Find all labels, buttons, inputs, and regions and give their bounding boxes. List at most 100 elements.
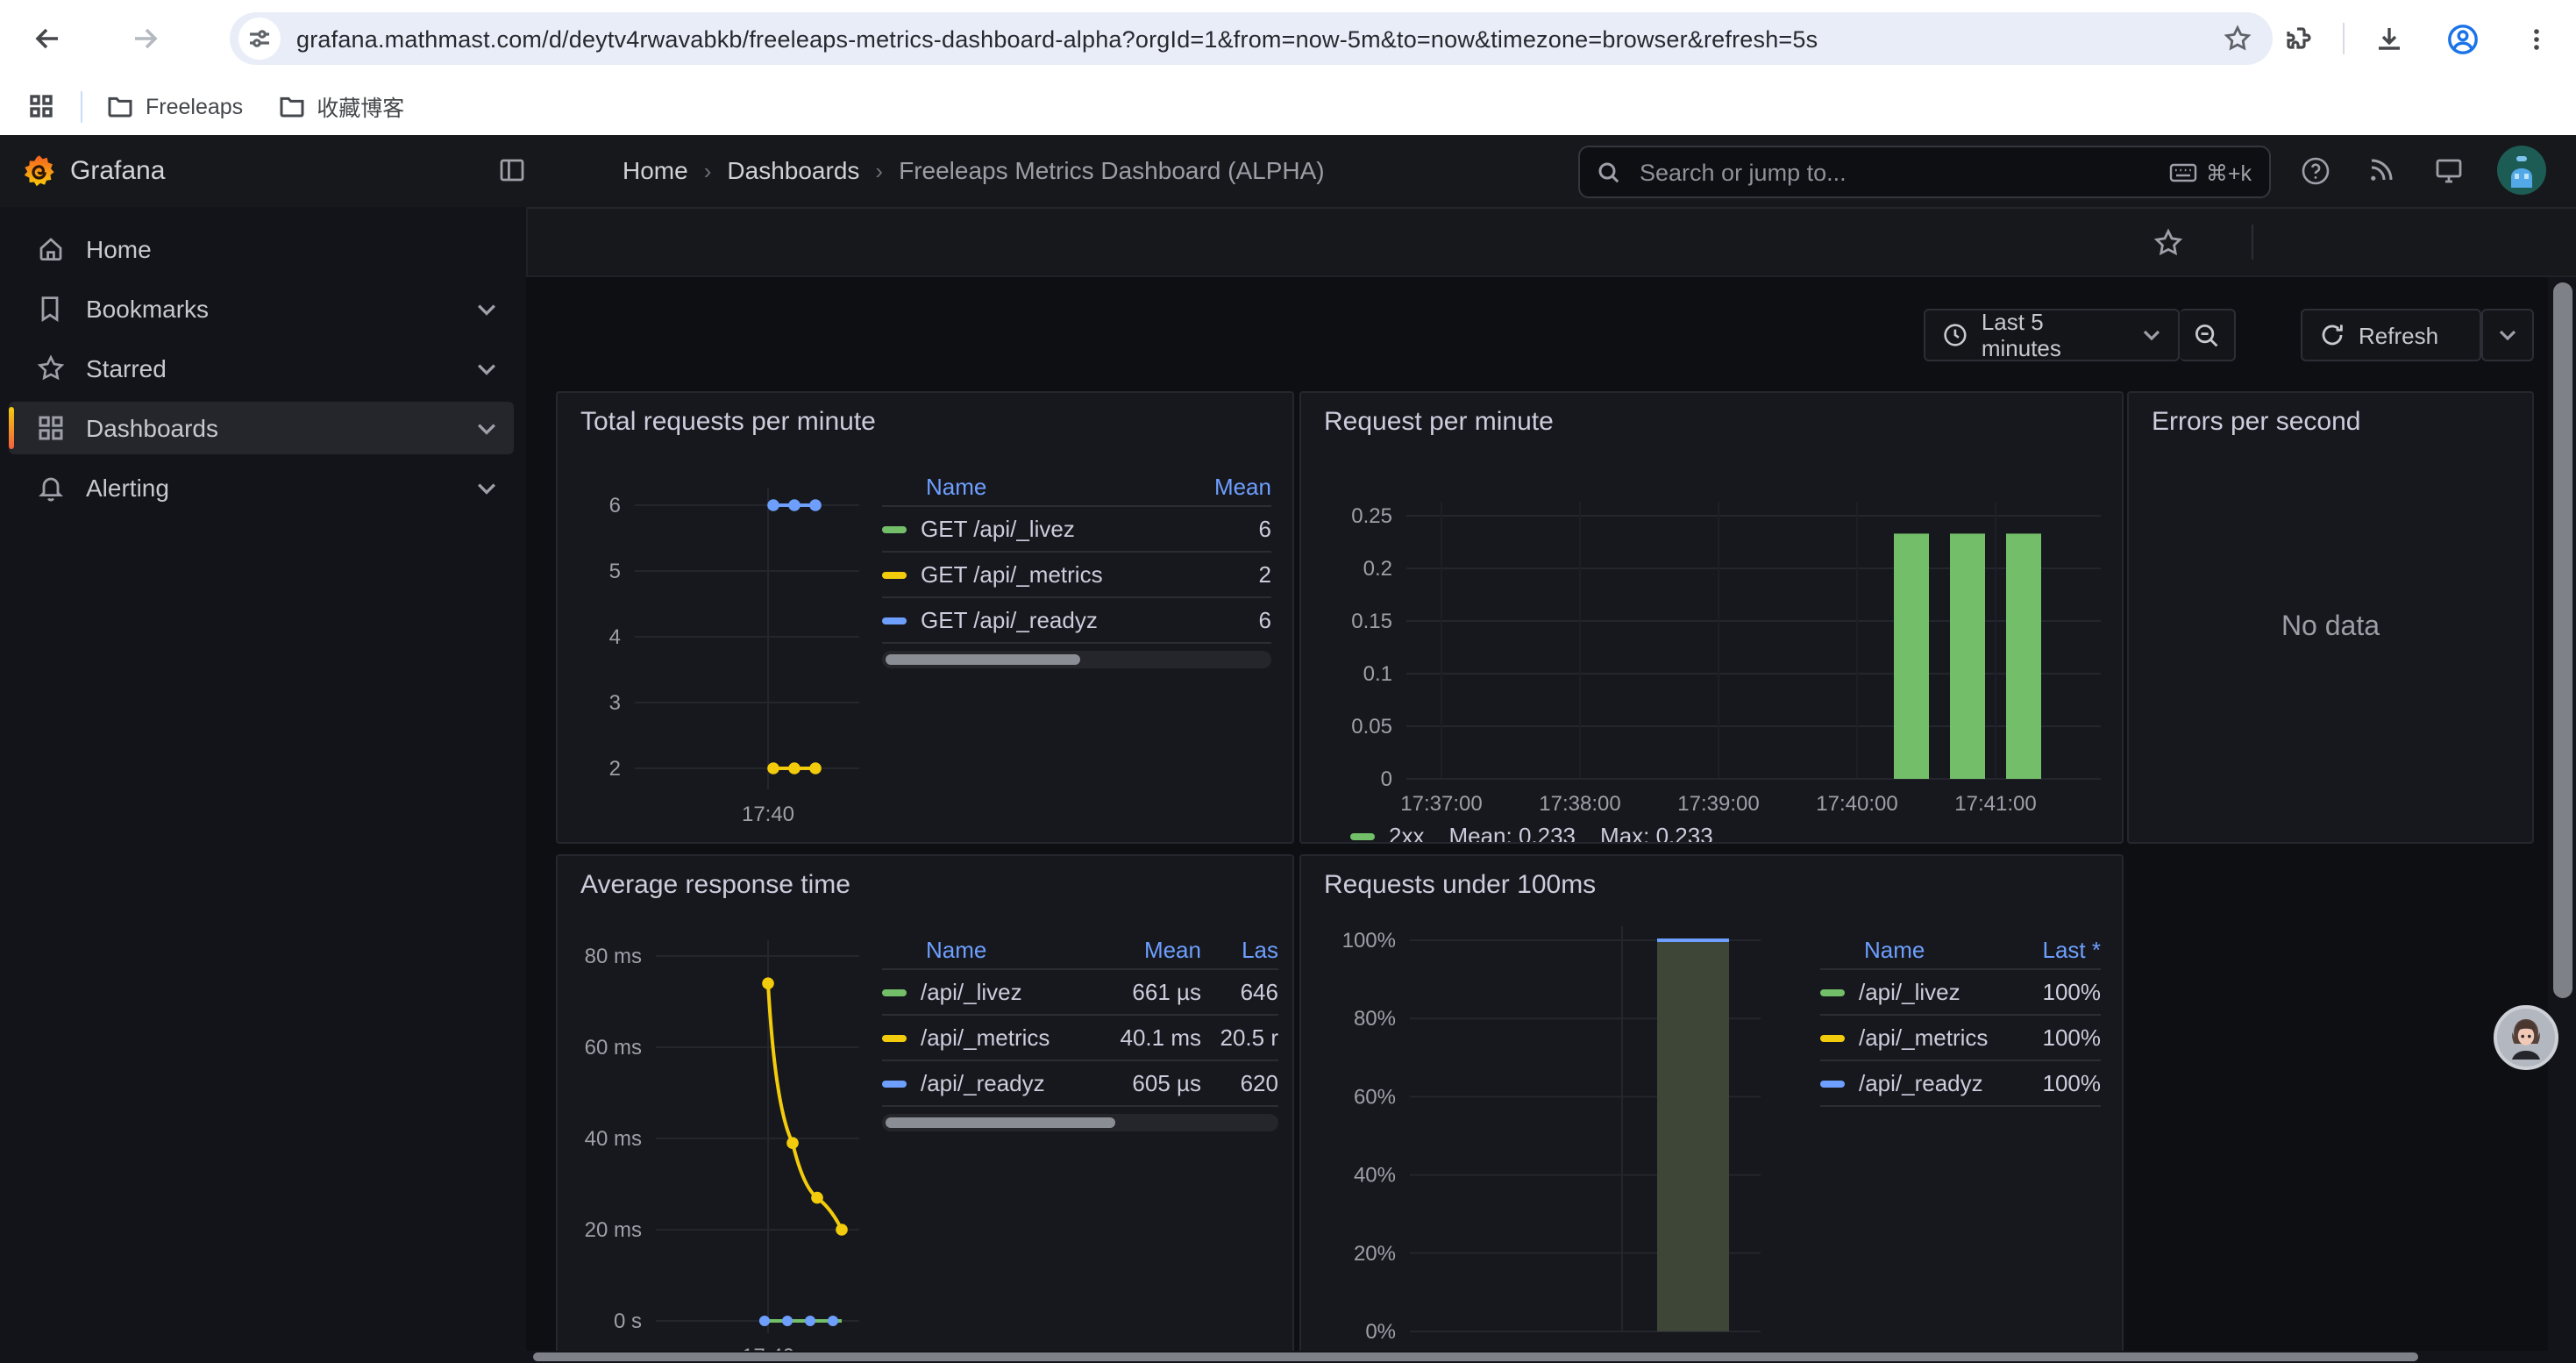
svg-text:5: 5	[609, 560, 621, 583]
assistant-avatar[interactable]	[2494, 1005, 2558, 1070]
bookmark-item-freeleaps[interactable]: Freeleaps	[107, 94, 243, 118]
apps-grid-icon	[37, 414, 65, 442]
series-swatch[interactable]	[882, 571, 907, 578]
legend-row[interactable]: GET /api/_metrics2	[882, 553, 1271, 598]
user-avatar[interactable]	[2497, 146, 2546, 195]
scrollbar-thumb[interactable]	[533, 1352, 2418, 1361]
panel-total-requests[interactable]: Total requests per minute 6543217:40 Nam…	[556, 391, 1294, 844]
url-text[interactable]: grafana.mathmast.com/d/deytv4rwavabkb/fr…	[296, 25, 2224, 52]
svg-text:0: 0	[1381, 767, 1392, 791]
extensions-icon[interactable]	[2269, 9, 2329, 68]
legend-row[interactable]: /api/_metrics40.1 ms20.5 r	[882, 1016, 1278, 1061]
legend-col-last[interactable]: Las	[1201, 936, 1278, 962]
svg-text:40%: 40%	[1354, 1164, 1396, 1188]
bookmark-item-blogs[interactable]: 收藏博客	[278, 89, 404, 123]
series-last: 646	[1201, 979, 1278, 1005]
panel-request-per-minute[interactable]: Request per minute 0.250.20.150.10.05017…	[1299, 391, 2124, 844]
download-icon[interactable]	[2359, 9, 2418, 68]
vertical-scrollbar[interactable]	[2548, 277, 2576, 1363]
refresh-interval-button[interactable]	[2481, 309, 2534, 361]
brand-name[interactable]: Grafana	[70, 156, 165, 186]
apps-grid-icon[interactable]	[11, 76, 70, 136]
url-bar[interactable]: grafana.mathmast.com/d/deytv4rwavabkb/fr…	[230, 12, 2273, 65]
scrollbar-thumb[interactable]	[2552, 282, 2572, 998]
refresh-button[interactable]: Refresh	[2301, 309, 2481, 361]
series-last: 100%	[2013, 1024, 2101, 1051]
panel-requests-under-100ms[interactable]: Requests under 100ms 100%80%60%40%20%0%1…	[1299, 854, 2124, 1363]
bookmark-icon	[37, 295, 65, 323]
folder-icon	[278, 95, 304, 118]
chevron-down-icon[interactable]	[477, 422, 496, 434]
series-swatch[interactable]	[882, 525, 907, 532]
svg-text:6: 6	[609, 494, 621, 517]
svg-text:0.25: 0.25	[1351, 504, 1392, 528]
svg-text:40 ms: 40 ms	[585, 1127, 642, 1151]
series-swatch[interactable]	[882, 1034, 907, 1041]
scrollbar-thumb[interactable]	[886, 654, 1080, 665]
series-mean: 2	[1166, 561, 1271, 588]
legend-row[interactable]: GET /api/_readyz6	[882, 598, 1271, 644]
series-swatch[interactable]	[1820, 988, 1845, 995]
grafana-logo[interactable]	[23, 154, 56, 188]
profile-icon[interactable]	[2432, 9, 2492, 68]
zoom-out-button[interactable]	[2180, 309, 2236, 361]
legend-col-mean[interactable]: Mean	[1092, 936, 1201, 962]
series-swatch[interactable]	[1820, 1034, 1845, 1041]
panel-title[interactable]: Errors per second	[2152, 407, 2360, 437]
legend-row[interactable]: /api/_readyz100%	[1820, 1061, 2101, 1107]
sidebar-item-alerting[interactable]: Alerting	[9, 461, 514, 514]
svg-text:0.15: 0.15	[1351, 610, 1392, 633]
svg-text:17:37:00: 17:37:00	[1400, 792, 1482, 816]
chevron-down-icon[interactable]	[477, 482, 496, 494]
legend-col-name[interactable]: Name	[882, 473, 1166, 499]
monitor-icon[interactable]	[2423, 146, 2473, 195]
star-outline-icon[interactable]	[2143, 218, 2192, 267]
series-mean: 661 µs	[1092, 979, 1201, 1005]
series-swatch[interactable]	[882, 617, 907, 624]
legend-header: NameLast *	[1820, 930, 2101, 970]
panel-average-response-time[interactable]: Average response time 80 ms60 ms40 ms20 …	[556, 854, 1294, 1363]
scrollbar-thumb[interactable]	[886, 1117, 1115, 1128]
panel-errors-per-second[interactable]: Errors per second No data	[2127, 391, 2534, 844]
bookmark-star-icon[interactable]	[2224, 25, 2252, 53]
series-name[interactable]: 2xx	[1389, 823, 1424, 844]
sidebar-item-dashboards[interactable]: Dashboards	[9, 402, 514, 454]
sidebar-item-starred[interactable]: Starred	[9, 342, 514, 395]
legend-scrollbar[interactable]	[882, 651, 1271, 668]
legend-col-name[interactable]: Name	[882, 936, 1092, 962]
legend-row[interactable]: /api/_readyz605 µs620	[882, 1061, 1278, 1107]
news-rss-icon[interactable]	[2357, 146, 2406, 195]
legend-col-mean[interactable]: Mean	[1166, 473, 1271, 499]
sidebar-item-home[interactable]: Home	[9, 223, 514, 275]
series-last: 20.5 r	[1201, 1024, 1278, 1051]
series-swatch[interactable]	[882, 988, 907, 995]
time-range-picker[interactable]: Last 5 minutes	[1924, 309, 2180, 361]
breadcrumb-dashboards[interactable]: Dashboards	[727, 156, 859, 184]
forward-icon[interactable]	[116, 9, 175, 68]
legend-col-last[interactable]: Last *	[2013, 936, 2101, 962]
series-name: /api/_metrics	[921, 1024, 1092, 1051]
sidebar-toggle-icon[interactable]	[487, 146, 537, 195]
help-icon[interactable]	[2290, 146, 2339, 195]
svg-text:60%: 60%	[1354, 1085, 1396, 1109]
legend-row[interactable]: /api/_livez100%	[1820, 970, 2101, 1016]
sidebar-item-bookmarks[interactable]: Bookmarks	[9, 282, 514, 335]
site-settings-icon[interactable]	[238, 18, 281, 60]
kebab-menu-icon[interactable]	[2506, 9, 2565, 68]
legend-row[interactable]: /api/_livez661 µs646	[882, 970, 1278, 1016]
legend-row[interactable]: GET /api/_livez6	[882, 507, 1271, 553]
series-swatch[interactable]	[1820, 1080, 1845, 1087]
horizontal-scrollbar[interactable]	[526, 1351, 2576, 1363]
search-input[interactable]: Search or jump to... ⌘+k	[1578, 146, 2271, 198]
legend-scrollbar[interactable]	[882, 1114, 1278, 1131]
chevron-down-icon[interactable]	[477, 362, 496, 375]
refresh-icon	[2320, 323, 2345, 347]
keyboard-icon	[2169, 162, 2197, 182]
breadcrumb-home[interactable]: Home	[623, 156, 688, 184]
series-last: 100%	[2013, 979, 2101, 1005]
back-icon[interactable]	[18, 9, 77, 68]
legend-col-name[interactable]: Name	[1820, 936, 2013, 962]
chevron-down-icon[interactable]	[477, 303, 496, 315]
series-swatch[interactable]	[882, 1080, 907, 1087]
legend-row[interactable]: /api/_metrics100%	[1820, 1016, 2101, 1061]
